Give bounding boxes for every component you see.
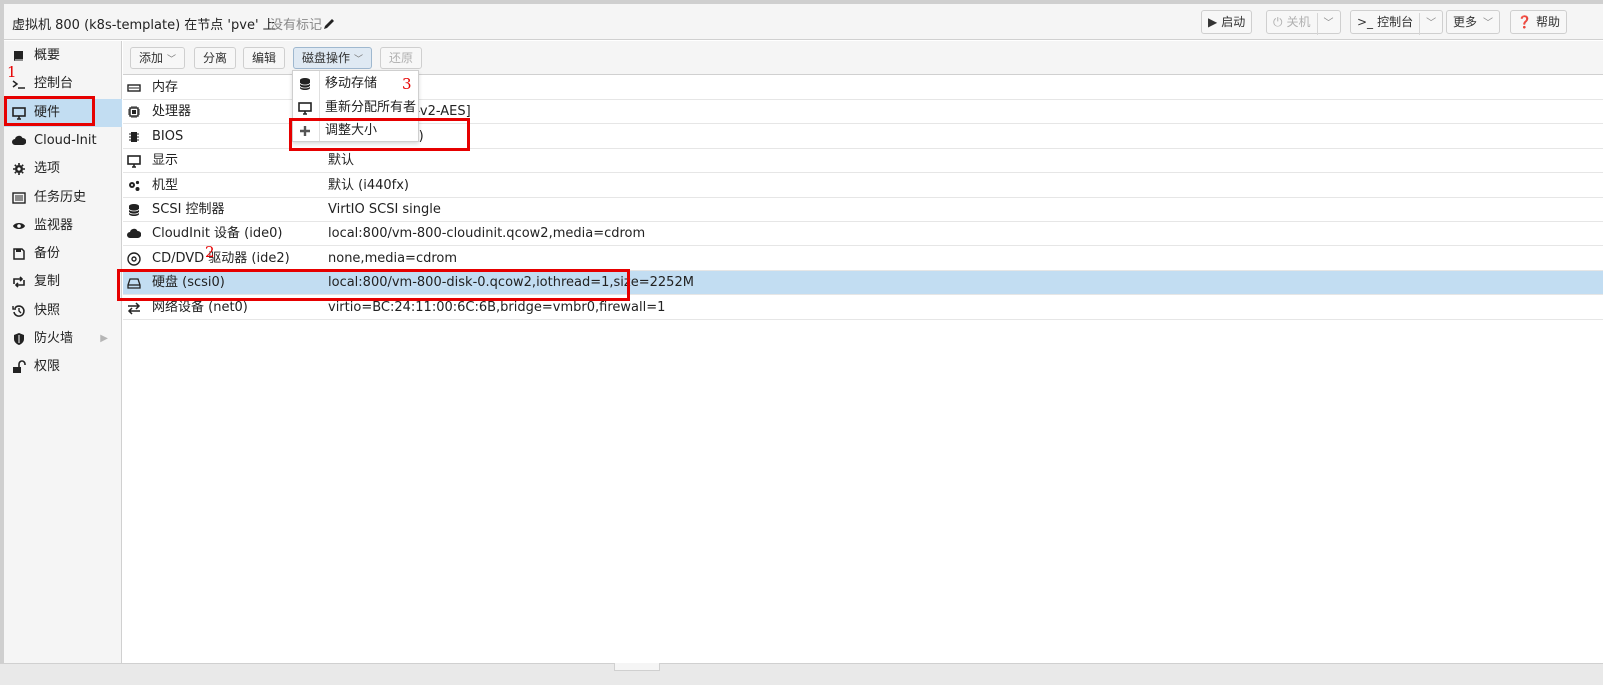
row-name: 处理器 <box>152 104 192 120</box>
annotation-box-3 <box>289 118 470 151</box>
row-value: none,media=cdrom <box>328 250 458 266</box>
shutdown-button[interactable]: ⏻ 关机 ﹀ <box>1266 10 1341 35</box>
cloud-icon <box>127 229 141 239</box>
sidebar-item-label: Cloud-Init <box>34 132 97 148</box>
chip-icon <box>129 131 139 142</box>
terminal-icon: >_ <box>1357 15 1374 29</box>
sidebar-item[interactable]: 选项 <box>4 155 122 183</box>
sidebar-item[interactable]: 控制台 <box>4 70 122 98</box>
pencil-icon[interactable] <box>322 17 336 31</box>
sidebar-item-label: 概要 <box>34 48 61 63</box>
history-icon <box>12 305 25 317</box>
annotation-box-1 <box>4 96 95 126</box>
row-name: 内存 <box>152 80 179 95</box>
sidebar-item[interactable]: 任务历史 <box>4 184 122 212</box>
sidebar-item[interactable]: Cloud-Init <box>4 127 122 155</box>
edit-button[interactable]: 编辑 <box>243 47 286 69</box>
cloud-icon <box>12 135 26 145</box>
row-name: CD/DVD 驱动器 (ide2) <box>152 250 290 266</box>
chevron-down-icon[interactable]: ﹀ <box>1316 13 1334 35</box>
list-icon <box>12 191 26 204</box>
power-icon: ⏻ <box>1273 15 1283 29</box>
sidebar-item-label: 任务历史 <box>34 189 87 205</box>
table-row[interactable]: CD/DVD 驱动器 (ide2) none,media=cdrom <box>123 247 1603 271</box>
sidebar-item[interactable]: 快照 <box>4 297 122 325</box>
database-icon <box>299 78 311 90</box>
tags-label: 没有标记 <box>270 18 323 33</box>
sidebar-item[interactable]: 备份 <box>4 240 122 268</box>
sidebar-item[interactable]: 概要 <box>4 42 122 70</box>
sidebar-item[interactable]: 复制 <box>4 268 122 296</box>
help-button[interactable]: ❓ 帮助 <box>1510 10 1567 34</box>
chevron-down-icon: ﹀ <box>1483 18 1494 29</box>
detach-button[interactable]: 分离 <box>194 47 237 69</box>
sidebar-item-label: 备份 <box>34 246 61 262</box>
book-icon <box>14 51 24 61</box>
cogs-icon <box>129 180 140 191</box>
tags-editor[interactable]: 没有标记 <box>270 14 336 33</box>
database-icon <box>128 204 140 216</box>
sidebar-item-label: 快照 <box>34 302 61 318</box>
cpu-icon <box>128 106 140 119</box>
desktop-icon <box>127 155 141 168</box>
page-header: 虚拟机 800 (k8s-template) 在节点 'pve' 上 没有标记 … <box>4 4 1603 40</box>
menu-item[interactable]: 重新分配所有者 <box>293 96 418 119</box>
cdrom-icon <box>127 252 141 266</box>
sidebar-item[interactable]: 监视器 <box>4 212 122 240</box>
eye-icon <box>13 222 25 229</box>
row-value: VirtIO SCSI single <box>328 202 441 217</box>
disk-action-button[interactable]: 磁盘操作 ﹀ <box>293 47 373 69</box>
row-value: 默认 (i440fx) <box>328 177 409 193</box>
chevron-down-icon: ﹀ <box>167 55 177 65</box>
menu-item-label: 移动存储 <box>325 76 378 91</box>
console-button[interactable]: >_ 控制台 ﹀ <box>1350 10 1444 35</box>
row-name: 显示 <box>152 153 179 169</box>
annotation-number-2: 2 <box>205 243 215 261</box>
desktop-icon <box>298 101 312 115</box>
question-icon: ❓ <box>1517 15 1532 29</box>
sidebar-item-label: 控制台 <box>34 76 74 92</box>
table-row[interactable]: CloudInit 设备 (ide0) local:800/vm-800-clou… <box>123 222 1603 247</box>
play-icon: ▶ <box>1208 15 1218 29</box>
table-row[interactable]: 显示 默认 <box>123 149 1603 174</box>
unlock-icon <box>13 360 26 374</box>
floppy-icon <box>13 248 25 260</box>
table-row[interactable]: 机型 默认 (i440fx) <box>123 174 1603 198</box>
page-title: 虚拟机 800 (k8s-template) 在节点 'pve' 上 <box>12 18 276 33</box>
chevron-down-icon[interactable]: ﹀ <box>1419 13 1436 35</box>
sidebar-item-label: 监视器 <box>34 217 74 233</box>
chevron-right-icon: ▶ <box>100 333 108 344</box>
panel-collapse-handle[interactable] <box>614 663 660 671</box>
gear-icon <box>13 163 25 176</box>
chevron-down-icon: ﹀ <box>354 55 364 65</box>
sidebar-item[interactable]: 权限 <box>4 353 122 381</box>
row-name: BIOS <box>152 128 184 144</box>
revert-button[interactable]: 还原 <box>380 47 423 69</box>
menu-item-label: 重新分配所有者 <box>325 99 417 115</box>
more-button[interactable]: 更多 ﹀ <box>1446 10 1501 34</box>
annotation-number-3: 3 <box>402 75 412 93</box>
add-button[interactable]: 添加 ﹀ <box>130 47 186 69</box>
annotation-number-1: 1 <box>7 63 17 81</box>
sidebar: 概要 控制台 硬件 Cloud-Init 选项 任务历史 监视器 备份 复制 快照 防火墙 ▶ 权限 <box>4 41 122 663</box>
sidebar-item[interactable]: 防火墙 ▶ <box>4 325 122 353</box>
retweet-icon <box>13 276 25 288</box>
start-button[interactable]: ▶ 启动 <box>1201 10 1253 34</box>
sidebar-item-label: 复制 <box>34 274 61 290</box>
menu-item[interactable]: 移动存储 <box>293 72 418 95</box>
shield-icon <box>14 333 24 345</box>
sidebar-item-label: 选项 <box>34 161 61 177</box>
sidebar-item-label: 防火墙 <box>34 331 74 346</box>
row-value: 默认 <box>328 153 355 169</box>
row-name: 机型 <box>152 177 179 193</box>
row-value: local:800/vm-800-cloudinit.qcow2,media=c… <box>328 226 646 242</box>
table-row[interactable]: SCSI 控制器 VirtIO SCSI single <box>123 198 1603 222</box>
row-name: CloudInit 设备 (ide0) <box>152 226 283 242</box>
bottom-status-strip <box>0 663 1603 685</box>
memory-icon <box>127 84 141 92</box>
annotation-box-2 <box>117 269 630 301</box>
exchange-icon <box>127 302 141 315</box>
sidebar-item-label: 权限 <box>34 359 61 375</box>
row-name: SCSI 控制器 <box>152 202 225 217</box>
